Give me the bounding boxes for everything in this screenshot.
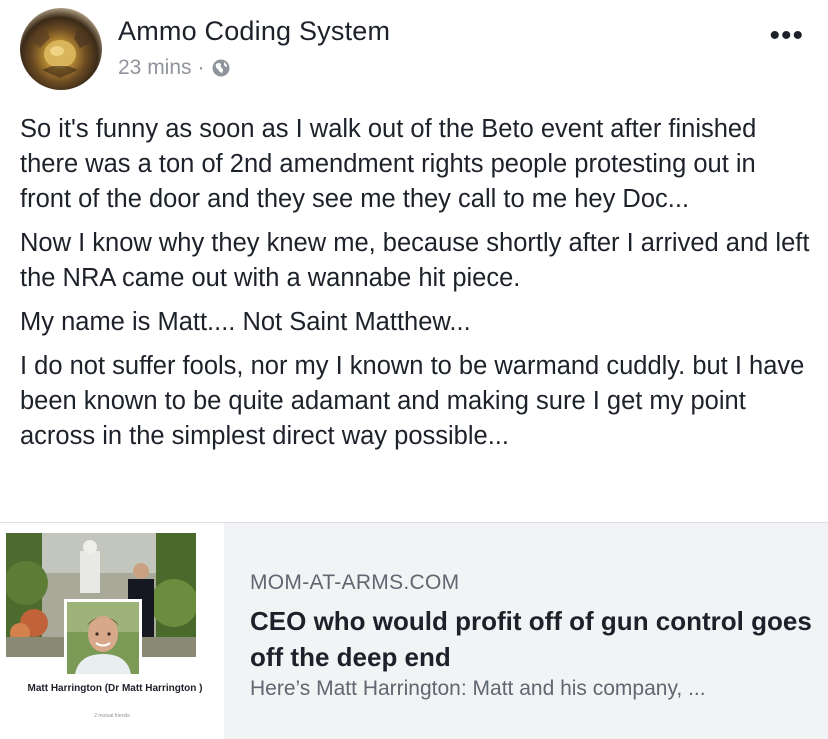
link-domain: MOM-AT-ARMS.COM [250, 571, 460, 594]
globe-icon [211, 58, 231, 78]
profile-name: Matt Harrington (Dr Matt Harrington ) [27, 683, 203, 694]
post-paragraph: My name is Matt.... Not Saint Matthew... [20, 308, 471, 336]
post-body: So it's funny as soon as I walk out of t… [20, 112, 810, 463]
post-timestamp[interactable]: 23 mins [118, 56, 192, 80]
link-headline[interactable]: CEO who would profit off of gun control … [250, 603, 815, 675]
link-text: MOM-AT-ARMS.COM CEO who would profit off… [250, 571, 815, 701]
link-thumbnail: Matt Harrington (Dr Matt Harrington ) 2 … [0, 523, 224, 739]
profile-picture [64, 599, 142, 677]
more-options-icon[interactable]: ••• [769, 21, 804, 51]
meta-separator: · [197, 56, 205, 79]
link-description: Here’s Matt Harrington: Matt and his com… [250, 677, 706, 700]
author-name[interactable]: Ammo Coding System [118, 16, 390, 47]
link-preview-card[interactable]: Matt Harrington (Dr Matt Harrington ) 2 … [0, 522, 828, 739]
post-paragraph: Now I know why they knew me, because sho… [20, 229, 810, 292]
mutual-friends: 2 mutual friends [94, 713, 130, 719]
post-meta: 23 mins · [118, 56, 231, 80]
post-paragraph: So it's funny as soon as I walk out of t… [20, 115, 757, 213]
post-paragraph: I do not suffer fools, nor my I known to… [20, 352, 805, 450]
facebook-post: Ammo Coding System 23 mins · ••• So it's… [0, 0, 828, 739]
author-avatar[interactable] [20, 8, 102, 90]
